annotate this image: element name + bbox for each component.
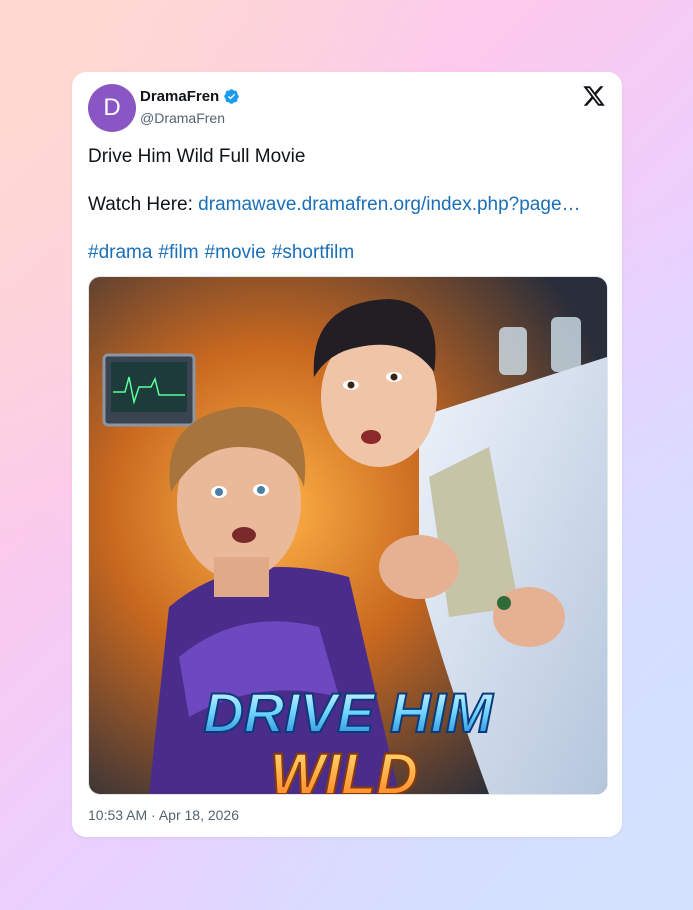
- watch-label: Watch Here:: [88, 194, 193, 215]
- hashtag-shortfilm[interactable]: #shortfilm: [272, 242, 354, 263]
- display-name[interactable]: DramaFren: [140, 88, 219, 105]
- hashtag-line: #drama #film #movie #shortfilm: [88, 241, 608, 265]
- tweet-timestamp[interactable]: 10:53 AM · Apr 18, 2026: [88, 807, 239, 823]
- tweet-card: D DramaFren @DramaFren Drive Him Wild Fu…: [72, 72, 622, 837]
- watch-line: Watch Here: dramawave.dramafren.org/inde…: [88, 193, 608, 217]
- hashtag-drama[interactable]: #drama: [88, 242, 152, 263]
- watch-link[interactable]: dramawave.dramafren.org/index.php?page…: [198, 194, 580, 215]
- poster-illustration: DRIVE HIM WILD: [89, 277, 607, 794]
- avatar[interactable]: D: [88, 84, 136, 132]
- hashtag-movie[interactable]: #movie: [205, 242, 266, 263]
- poster-title-line2: WILD: [270, 742, 418, 794]
- verified-badge-icon: [224, 89, 239, 104]
- poster-title-line1: DRIVE HIM: [203, 681, 494, 744]
- tweet-body: Drive Him Wild Full Movie Watch Here: dr…: [88, 145, 608, 265]
- author-row: DramaFren: [140, 88, 240, 105]
- tweet-title-line: Drive Him Wild Full Movie: [88, 146, 306, 167]
- hashtag-film[interactable]: #film: [158, 242, 198, 263]
- x-logo-icon[interactable]: [582, 84, 606, 108]
- movie-poster[interactable]: DRIVE HIM WILD: [88, 276, 608, 795]
- author-handle[interactable]: @DramaFren: [140, 110, 225, 126]
